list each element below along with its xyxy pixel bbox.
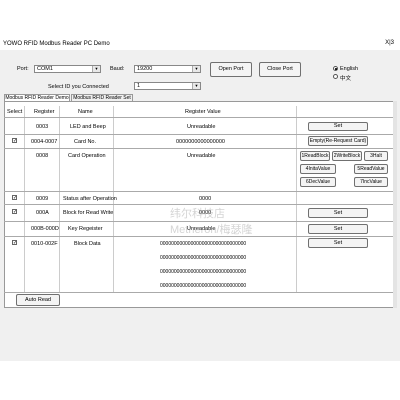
select-id-label: Select ID you Connected xyxy=(48,84,109,90)
read-block-button[interactable]: 1ReadBlock xyxy=(300,151,330,161)
row-name: Status after Operation xyxy=(63,196,117,202)
close-port-button[interactable]: Close Port xyxy=(259,62,301,77)
init-value-button[interactable]: 4InitaValue xyxy=(300,164,336,174)
header-select: Select xyxy=(7,109,23,115)
read-value-button[interactable]: 5ReadValue xyxy=(354,164,388,174)
block-data-line: 0000000000000000000000000000000 xyxy=(160,283,247,289)
row-checkbox[interactable]: ✓ xyxy=(12,195,17,201)
vertical-scrollbar[interactable] xyxy=(393,101,397,308)
english-radio[interactable] xyxy=(333,66,338,71)
chevron-down-icon[interactable]: ▼ xyxy=(192,66,200,72)
row-value: 0000000000000000 xyxy=(176,139,225,145)
port-value: COM1 xyxy=(37,66,53,72)
screen: { "window": {"title": "YOWO RFID Modbus … xyxy=(0,0,400,400)
block-data-line: 0000000000000000000000000000000 xyxy=(160,269,247,275)
chinese-radio[interactable] xyxy=(333,74,338,79)
header-register-value: Register Value xyxy=(185,109,221,115)
open-port-button[interactable]: Open Port xyxy=(210,62,252,77)
row-checkbox[interactable]: ✓ xyxy=(12,240,17,246)
empty-re-request-button[interactable]: Empty(Re-Request Card) xyxy=(308,136,368,146)
row-name: LED and Beep xyxy=(70,124,106,130)
row-register: 0009 xyxy=(36,196,49,202)
set-button-key[interactable]: Set xyxy=(308,224,368,234)
row-divider xyxy=(4,191,393,192)
row-register: 0004-0007 xyxy=(31,139,58,145)
header-register: Register xyxy=(34,109,55,115)
set-button-block[interactable]: Set xyxy=(308,208,368,218)
row-value: Unreadable xyxy=(187,153,216,159)
row-value: 0000 xyxy=(199,196,212,202)
row-register: 000B-000D xyxy=(31,226,59,232)
row-register: 0010-002F xyxy=(31,241,58,247)
row-divider xyxy=(4,117,393,118)
halt-button[interactable]: 3Halt xyxy=(364,151,388,161)
window-controls[interactable]: X|3 xyxy=(385,40,394,46)
chinese-label: 中文 xyxy=(340,76,352,82)
dec-value-button[interactable]: 6DecValue xyxy=(300,177,336,187)
tab-reader-set[interactable]: Modbus RFID Reader Set xyxy=(71,94,133,101)
chevron-down-icon[interactable]: ▼ xyxy=(192,83,200,89)
row-checkbox[interactable]: ✓ xyxy=(12,138,17,144)
baud-select[interactable]: 19200 ▼ xyxy=(134,65,201,73)
inc-value-button[interactable]: 7IncValue xyxy=(354,177,388,187)
tab-reader-demo[interactable]: Modbus RFID Reader Demo xyxy=(4,94,70,101)
english-label: English xyxy=(340,66,359,72)
baud-label: Baud: xyxy=(110,66,125,72)
row-divider xyxy=(4,148,393,149)
row-name: Key Regeister xyxy=(68,226,103,232)
watermark: 纬尔科技店 Metheron/梅瑟隆 xyxy=(170,205,253,237)
baud-value: 19200 xyxy=(137,66,153,72)
set-button-led[interactable]: Set xyxy=(308,122,368,131)
row-value: Unreadable xyxy=(187,124,216,130)
row-divider xyxy=(4,292,393,293)
select-id-select[interactable]: 1 ▼ xyxy=(134,82,201,90)
row-name: Card No. xyxy=(74,139,97,145)
block-data-line: 0000000000000000000000000000000 xyxy=(160,255,247,261)
port-select[interactable]: COM1 ▼ xyxy=(34,65,101,73)
row-register: 0008 xyxy=(36,153,49,159)
row-name: Card Operation xyxy=(68,153,106,159)
select-id-value: 1 xyxy=(137,83,141,89)
write-block-button[interactable]: 2WriteBlock xyxy=(332,151,362,161)
block-data-line: 0000000000000000000000000000000 xyxy=(160,241,247,247)
header-name: Name xyxy=(78,109,93,115)
row-name: Block Data xyxy=(74,241,101,247)
row-register: 000A xyxy=(36,210,49,216)
row-divider xyxy=(4,134,393,135)
chevron-down-icon[interactable]: ▼ xyxy=(92,66,100,72)
window-title: YOWO RFID Modbus Reader PC Demo xyxy=(3,41,110,47)
row-checkbox[interactable]: ✓ xyxy=(12,209,17,215)
auto-read-button[interactable]: Auto Read xyxy=(16,294,60,306)
watermark-line: Metheron/梅瑟隆 xyxy=(170,224,253,236)
row-name: Block for Read Write xyxy=(63,210,114,216)
set-button-data[interactable]: Set xyxy=(308,238,368,248)
port-label: Port: xyxy=(17,66,29,72)
watermark-line: 纬尔科技店 xyxy=(170,208,225,220)
row-register: 0003 xyxy=(36,124,49,130)
